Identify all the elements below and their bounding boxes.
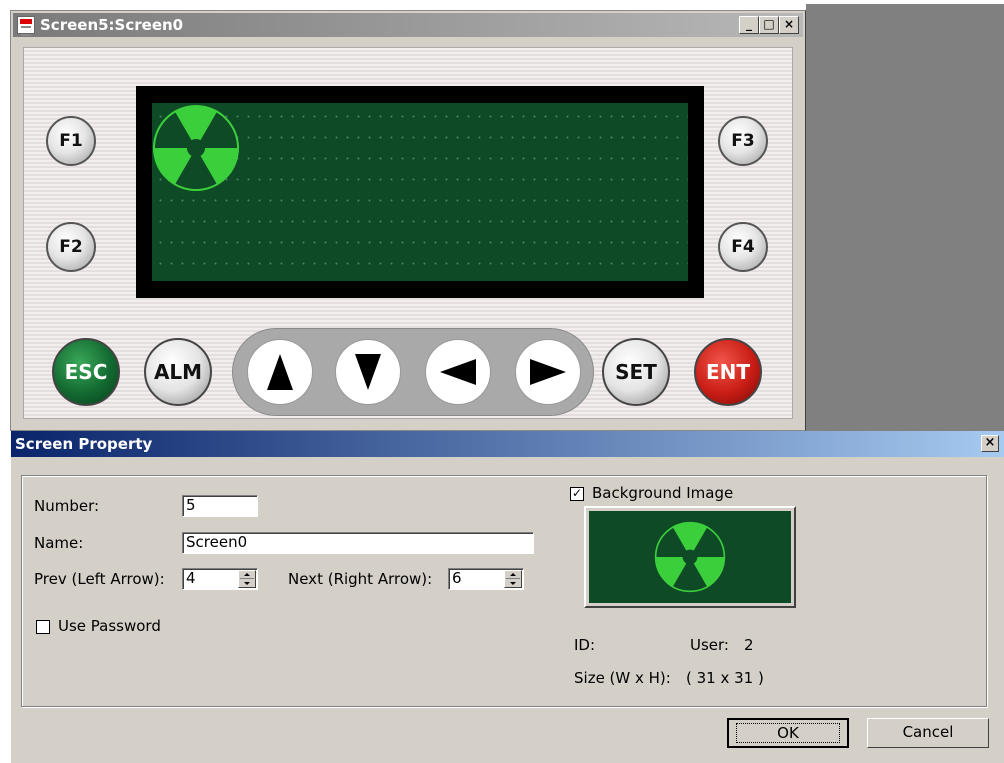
left-arrow-icon — [440, 359, 476, 385]
size-value: ( 31 x 31 ) — [686, 669, 764, 687]
maximize-button[interactable]: □ — [759, 16, 779, 34]
f1-key[interactable]: F1 — [46, 116, 96, 166]
cancel-button[interactable]: Cancel — [867, 718, 989, 748]
prev-label: Prev (Left Arrow): — [34, 570, 165, 588]
up-arrow-icon — [267, 354, 293, 390]
ent-key[interactable]: ENT — [694, 338, 762, 406]
desktop-background — [806, 4, 1004, 431]
f3-key[interactable]: F3 — [718, 116, 768, 166]
next-value: 6 — [452, 569, 462, 587]
lcd-screen[interactable] — [152, 103, 688, 281]
lcd-bezel — [136, 86, 704, 298]
f2-key[interactable]: F2 — [46, 222, 96, 272]
document-icon — [17, 16, 35, 36]
esc-key[interactable]: ESC — [52, 338, 120, 406]
prev-value: 4 — [186, 569, 196, 587]
screen-simulator-window: Screen5:Screen0 _ □ × F1 F2 F3 F4 ESC AL… — [10, 10, 806, 431]
dialog-title: Screen Property — [15, 435, 153, 453]
property-group-box: Number: 5 Name: Screen0 Prev (Left Arrow… — [21, 475, 987, 707]
left-arrow-key[interactable] — [425, 339, 491, 405]
ok-label: OK — [736, 723, 840, 743]
user-label: User: — [690, 636, 729, 654]
up-arrow-key[interactable] — [247, 339, 313, 405]
size-label: Size (W x H): — [574, 669, 671, 687]
down-arrow-icon — [355, 354, 381, 390]
f4-key[interactable]: F4 — [718, 222, 768, 272]
simulator-title-bar[interactable]: Screen5:Screen0 _ □ × — [13, 13, 803, 37]
close-button[interactable]: × — [779, 16, 799, 34]
window-controls: _ □ × — [739, 16, 799, 34]
right-arrow-key[interactable] — [515, 339, 581, 405]
background-image-preview[interactable] — [584, 506, 796, 608]
use-password-checkbox[interactable] — [36, 620, 50, 634]
dialog-title-bar[interactable]: Screen Property × — [11, 431, 1004, 457]
prev-spinner[interactable] — [238, 570, 256, 588]
preview-canvas — [589, 511, 791, 603]
background-image-checkbox[interactable]: ✓ — [570, 487, 584, 501]
hmi-panel: F1 F2 F3 F4 ESC ALM SET ENT — [23, 47, 793, 419]
id-label: ID: — [574, 636, 596, 654]
use-password-label: Use Password — [58, 617, 161, 635]
user-value: 2 — [744, 636, 754, 654]
arrow-key-group — [232, 328, 594, 416]
next-label: Next (Right Arrow): — [288, 570, 433, 588]
ok-button[interactable]: OK — [727, 718, 849, 748]
right-arrow-icon — [530, 359, 566, 385]
simulator-title: Screen5:Screen0 — [40, 16, 184, 34]
background-image-label: Background Image — [592, 484, 734, 502]
minimize-button[interactable]: _ — [739, 16, 759, 34]
next-field[interactable]: 6 — [448, 568, 524, 590]
screen-property-dialog: Screen Property × Number: 5 Name: Screen… — [10, 431, 1004, 763]
set-key[interactable]: SET — [602, 338, 670, 406]
down-arrow-key[interactable] — [335, 339, 401, 405]
name-label: Name: — [34, 534, 84, 552]
number-field[interactable]: 5 — [182, 495, 258, 517]
prev-field[interactable]: 4 — [182, 568, 258, 590]
next-spinner[interactable] — [504, 570, 522, 588]
dialog-close-button[interactable]: × — [981, 435, 999, 452]
name-field[interactable]: Screen0 — [182, 532, 534, 554]
radiation-icon — [654, 521, 726, 593]
number-label: Number: — [34, 497, 100, 515]
alm-key[interactable]: ALM — [144, 338, 212, 406]
radiation-icon[interactable] — [152, 104, 240, 192]
